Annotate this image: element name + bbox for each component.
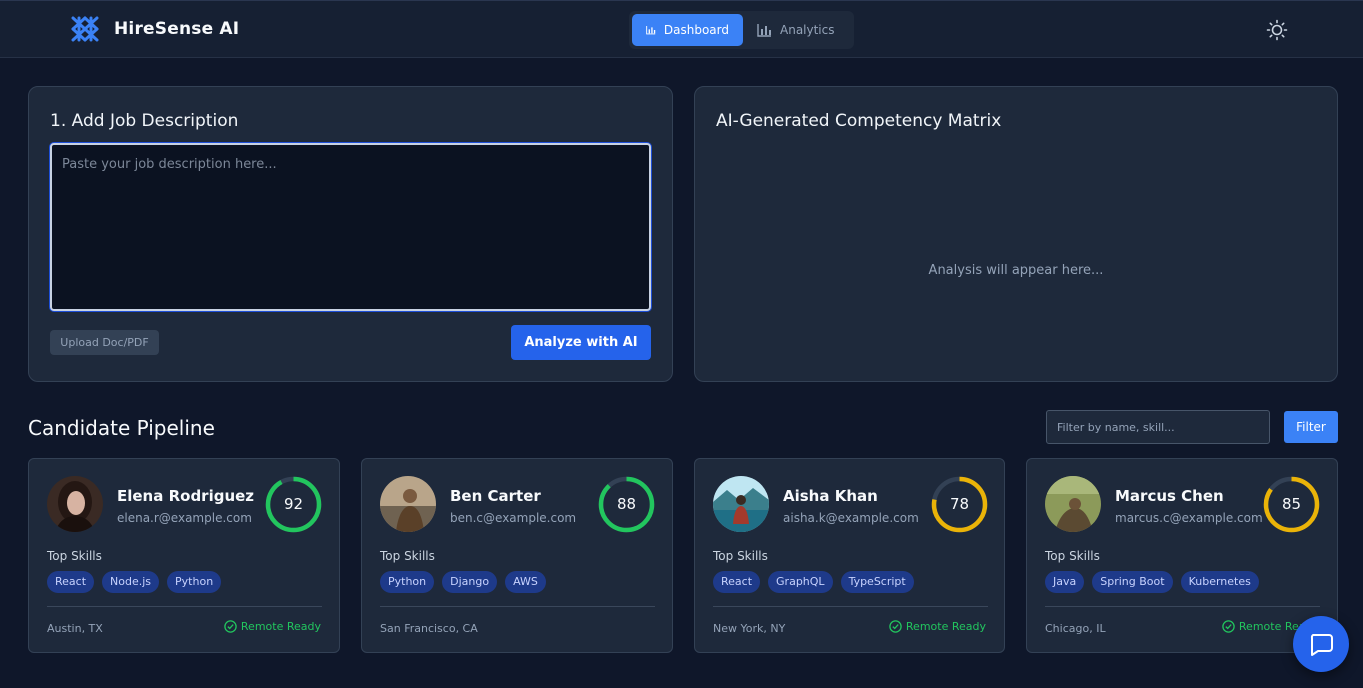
match-score: 85: [1281, 495, 1302, 513]
match-score: 88: [616, 495, 637, 513]
skill-chip: AWS: [505, 571, 546, 593]
top-bar: HireSense AI Dashboard Analytics: [0, 0, 1363, 58]
bar-chart-icon: [757, 24, 771, 37]
match-score-ring: 85: [1263, 476, 1320, 533]
skill-chip: GraphQL: [768, 571, 833, 593]
match-score-ring: 88: [598, 476, 655, 533]
candidate-name: Marcus Chen: [1115, 487, 1224, 505]
skill-chip: Node.js: [102, 571, 160, 593]
competency-matrix-panel: AI-Generated Competency Matrix Analysis …: [694, 86, 1338, 382]
tab-analytics-label: Analytics: [780, 23, 835, 37]
skill-list: React Node.js Python: [47, 571, 222, 593]
matrix-empty-state: Analysis will appear here...: [928, 263, 1104, 278]
skill-chip: Java: [1045, 571, 1085, 593]
candidate-card[interactable]: Ben Carter ben.c@example.com 88 Top Skil…: [361, 458, 673, 653]
check-circle-icon: [889, 620, 902, 633]
skill-chip: TypeScript: [840, 571, 914, 593]
brand[interactable]: HireSense AI: [70, 14, 239, 44]
avatar: [47, 476, 103, 532]
candidate-card[interactable]: Elena Rodriguez elena.r@example.com 92 T…: [28, 458, 340, 653]
remote-ready-badge: Remote Ready: [224, 620, 321, 633]
skill-list: React GraphQL TypeScript: [713, 571, 914, 593]
match-score: 92: [283, 495, 304, 513]
chat-bubble-icon: [1310, 634, 1333, 656]
skill-chip: Python: [167, 571, 222, 593]
competency-matrix-title: AI-Generated Competency Matrix: [716, 111, 1002, 131]
logo-icon: [71, 16, 99, 42]
app-title: HireSense AI: [114, 19, 240, 39]
check-circle-icon: [224, 620, 237, 633]
check-circle-icon: [1222, 620, 1235, 633]
skills-heading: Top Skills: [1045, 549, 1100, 563]
job-description-title: 1. Add Job Description: [50, 111, 239, 131]
candidate-location: Chicago, IL: [1045, 622, 1106, 635]
skills-heading: Top Skills: [713, 549, 768, 563]
remote-ready-badge: Remote Ready: [889, 620, 986, 633]
remote-ready-label: Remote Ready: [240, 620, 321, 633]
avatar: [1045, 476, 1101, 532]
candidate-name: Ben Carter: [450, 487, 541, 505]
candidate-card[interactable]: Aisha Khan aisha.k@example.com 78 Top Sk…: [694, 458, 1005, 653]
bar-chart-icon: [646, 26, 656, 35]
chat-button[interactable]: [1293, 616, 1349, 672]
candidate-name: Aisha Khan: [783, 487, 878, 505]
candidate-location: Austin, TX: [47, 622, 103, 635]
candidate-email: ben.c@example.com: [450, 511, 577, 525]
theme-toggle-button[interactable]: [1266, 19, 1288, 41]
avatar: [713, 476, 769, 532]
skill-list: Java Spring Boot Kubernetes: [1045, 571, 1259, 593]
skill-chip: React: [47, 571, 95, 593]
candidate-card[interactable]: Marcus Chen marcus.c@example.com 85 Top …: [1026, 458, 1338, 653]
analyze-button[interactable]: Analyze with AI: [511, 325, 651, 360]
job-description-input[interactable]: [50, 143, 651, 311]
skill-chip: Django: [442, 571, 498, 593]
divider: [1045, 606, 1320, 607]
candidate-location: San Francisco, CA: [380, 622, 478, 635]
avatar: [380, 476, 436, 532]
skill-chip: Kubernetes: [1180, 571, 1259, 593]
main-nav: Dashboard Analytics: [629, 11, 854, 49]
skill-list: Python Django AWS: [380, 571, 546, 593]
skills-heading: Top Skills: [380, 549, 435, 563]
match-score-ring: 78: [931, 476, 988, 533]
candidate-filter-input[interactable]: [1046, 410, 1270, 444]
pipeline-title: Candidate Pipeline: [28, 416, 215, 440]
upload-doc-button[interactable]: Upload Doc/PDF: [50, 330, 159, 355]
match-score-ring: 92: [265, 476, 322, 533]
candidate-email: aisha.k@example.com: [783, 511, 919, 525]
tab-analytics[interactable]: Analytics: [743, 14, 849, 46]
candidate-name: Elena Rodriguez: [117, 487, 255, 505]
skill-chip: Spring Boot: [1092, 571, 1173, 593]
divider: [713, 606, 988, 607]
match-score: 78: [949, 495, 970, 513]
skills-heading: Top Skills: [47, 549, 102, 563]
tab-dashboard-label: Dashboard: [663, 23, 729, 37]
divider: [380, 606, 655, 607]
filter-button[interactable]: Filter: [1284, 411, 1338, 443]
remote-ready-label: Remote Ready: [905, 620, 986, 633]
candidate-location: New York, NY: [713, 622, 786, 635]
skill-chip: Python: [380, 571, 435, 593]
divider: [47, 606, 322, 607]
job-description-panel: 1. Add Job Description Upload Doc/PDF An…: [28, 86, 673, 382]
sun-icon: [1266, 19, 1288, 41]
candidate-email: elena.r@example.com: [117, 511, 252, 525]
tab-dashboard[interactable]: Dashboard: [632, 14, 743, 46]
skill-chip: React: [713, 571, 761, 593]
candidate-email: marcus.c@example.com: [1115, 511, 1263, 525]
